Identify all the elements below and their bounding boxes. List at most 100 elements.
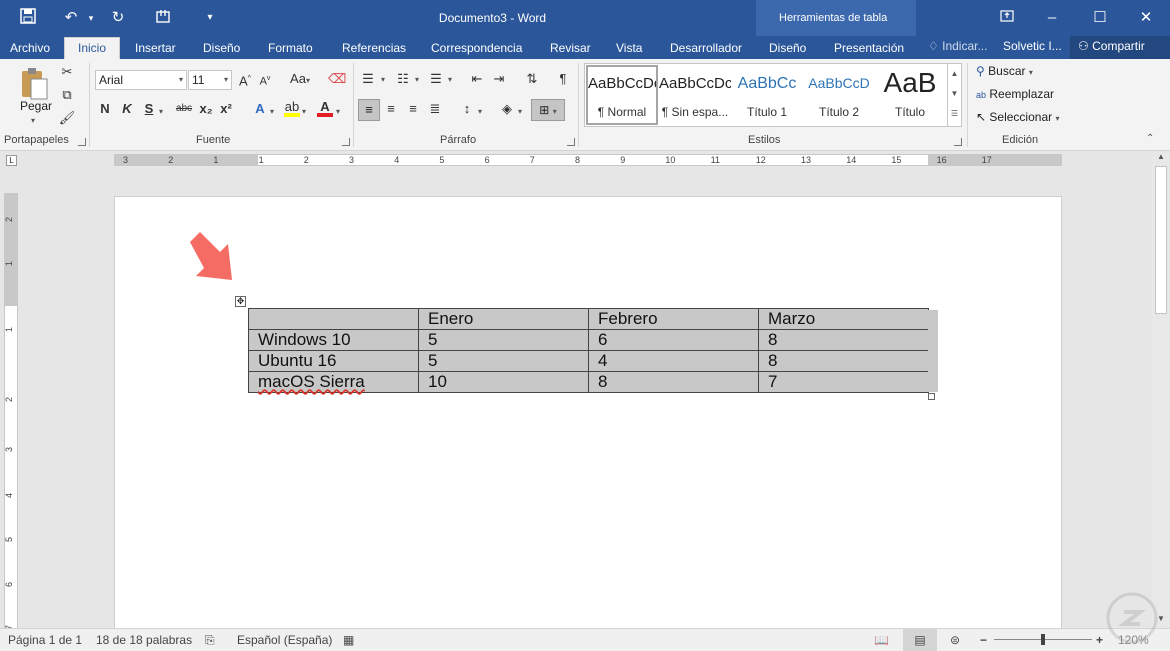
zoom-slider-thumb[interactable]: [1041, 634, 1045, 645]
close-icon[interactable]: ✕: [1124, 6, 1168, 30]
font-size-select[interactable]: 11 ▾: [188, 70, 232, 90]
line-spacing-icon[interactable]: ↕: [458, 99, 476, 121]
table-cell[interactable]: Windows 10: [248, 329, 419, 351]
style-normal[interactable]: AaBbCcDc ¶ Normal: [586, 65, 658, 125]
table-cell[interactable]: 4: [588, 350, 759, 372]
account-name[interactable]: Solvetic I...: [1003, 39, 1062, 53]
table-cell[interactable]: 5: [418, 350, 589, 372]
align-center-icon[interactable]: ≡: [381, 99, 401, 121]
sort-icon[interactable]: ⇅: [523, 69, 541, 91]
copy-icon[interactable]: ⧉: [58, 85, 76, 107]
tell-me-box[interactable]: ♢ Indicar...: [928, 39, 987, 53]
collapse-ribbon-icon[interactable]: ⌃: [1146, 133, 1154, 144]
font-launcher-icon[interactable]: [342, 138, 350, 146]
grow-font-icon[interactable]: A^: [237, 69, 253, 91]
strikethrough-button[interactable]: abc: [173, 99, 195, 121]
find-button[interactable]: ⚲ Buscar ▾: [976, 64, 1033, 78]
scroll-up-icon[interactable]: ▲: [1155, 152, 1167, 164]
tab-archivo[interactable]: Archivo: [8, 39, 52, 59]
horizontal-ruler[interactable]: 3 2 1 1 2 3 4 5 6 7 8 9 10 11 12 13 14 15 16 17: [114, 154, 1062, 166]
table-cell[interactable]: Marzo: [758, 308, 929, 330]
macro-recording-icon[interactable]: ▦: [343, 633, 354, 647]
format-painter-icon[interactable]: 🖌: [58, 108, 76, 130]
tab-revisar[interactable]: Revisar: [548, 39, 593, 59]
multilevel-dropdown-icon[interactable]: ▾: [448, 75, 452, 84]
underline-button[interactable]: S: [142, 99, 156, 121]
paste-label[interactable]: Pegar: [18, 99, 54, 113]
bullets-dropdown-icon[interactable]: ▾: [381, 75, 385, 84]
table-cell[interactable]: 8: [588, 371, 759, 393]
line-spacing-dropdown-icon[interactable]: ▾: [478, 107, 482, 116]
scrollbar-thumb[interactable]: [1155, 166, 1167, 314]
table-resize-handle-icon[interactable]: [928, 393, 935, 400]
tab-diseno[interactable]: Diseño: [201, 39, 242, 59]
tab-formato[interactable]: Formato: [266, 39, 315, 59]
bullets-icon[interactable]: ☰: [359, 69, 377, 91]
table-cell[interactable]: 7: [758, 371, 929, 393]
proofing-icon[interactable]: ⎘: [205, 633, 215, 648]
decrease-indent-icon[interactable]: ⇤: [468, 69, 486, 91]
text-effects-dropdown-icon[interactable]: ▾: [270, 107, 274, 116]
minimize-icon[interactable]: –: [1030, 6, 1074, 30]
data-table[interactable]: Enero Febrero Marzo Windows 10 5 6 8 Ubuntu 16 5…: [248, 308, 929, 393]
show-marks-icon[interactable]: ¶: [555, 69, 571, 91]
style-titulo[interactable]: AaB Título: [875, 65, 945, 125]
zoom-out-icon[interactable]: −: [980, 633, 987, 647]
tab-presentacion[interactable]: Presentación: [832, 39, 906, 59]
paste-icon[interactable]: [18, 65, 52, 101]
bold-button[interactable]: N: [98, 99, 112, 121]
text-effects-icon[interactable]: A: [252, 99, 268, 121]
select-button[interactable]: ↖ Seleccionar ▾: [976, 110, 1059, 124]
tab-desarrollador[interactable]: Desarrollador: [668, 39, 744, 59]
table-cell[interactable]: Enero: [418, 308, 589, 330]
subscript-button[interactable]: x₂: [198, 99, 214, 121]
clear-formatting-icon[interactable]: ⌫: [328, 69, 346, 91]
table-cell[interactable]: 6: [588, 329, 759, 351]
tab-selector-icon[interactable]: L: [6, 155, 17, 166]
align-right-icon[interactable]: ≡: [403, 99, 423, 121]
multilevel-list-icon[interactable]: ☰: [427, 69, 445, 91]
tab-referencias[interactable]: Referencias: [340, 39, 408, 59]
table-cell[interactable]: macOS Sierra: [248, 371, 419, 393]
replace-button[interactable]: ab Reemplazar: [976, 87, 1054, 101]
web-layout-icon[interactable]: ⊜: [950, 633, 960, 647]
underline-dropdown-icon[interactable]: ▾: [159, 107, 163, 116]
table-cell[interactable]: Ubuntu 16: [248, 350, 419, 372]
font-name-select[interactable]: Arial ▾: [95, 70, 187, 90]
table-cell[interactable]: [248, 308, 419, 330]
italic-button[interactable]: K: [120, 99, 134, 121]
maximize-icon[interactable]: ☐: [1078, 6, 1122, 30]
font-color-icon[interactable]: A: [317, 97, 333, 119]
styles-scroll[interactable]: ▲ ▼ ☰: [947, 64, 961, 126]
superscript-button[interactable]: x²: [218, 99, 234, 121]
ribbon-display-icon[interactable]: [985, 6, 1029, 30]
tab-table-diseno[interactable]: Diseño: [767, 39, 808, 59]
share-button[interactable]: ⚇ Compartir: [1070, 36, 1170, 59]
numbering-dropdown-icon[interactable]: ▾: [415, 75, 419, 84]
highlight-icon[interactable]: ab: [284, 97, 300, 119]
table-move-handle-icon[interactable]: ✥: [235, 296, 246, 307]
numbering-icon[interactable]: ☷: [394, 69, 412, 91]
chevron-up-icon[interactable]: ▲: [948, 64, 961, 84]
shading-icon[interactable]: ◈: [498, 99, 516, 121]
style-titulo-1[interactable]: AaBbCc Título 1: [731, 65, 803, 125]
style-sin-espaciado[interactable]: AaBbCcDc ¶ Sin espa...: [659, 65, 731, 125]
style-titulo-2[interactable]: AaBbCcD Título 2: [803, 65, 875, 125]
highlight-dropdown-icon[interactable]: ▾: [302, 107, 306, 116]
align-left-icon[interactable]: ≡: [358, 99, 380, 121]
paragraph-launcher-icon[interactable]: [567, 138, 575, 146]
tab-vista[interactable]: Vista: [614, 39, 644, 59]
clipboard-launcher-icon[interactable]: [78, 138, 86, 146]
read-mode-icon[interactable]: 📖: [874, 633, 889, 647]
vertical-ruler[interactable]: 211234567: [4, 193, 18, 629]
table-cell[interactable]: 5: [418, 329, 589, 351]
cut-icon[interactable]: ✂: [58, 62, 76, 84]
change-case-button[interactable]: Aa▾: [285, 69, 315, 91]
styles-launcher-icon[interactable]: [954, 138, 962, 146]
language-label[interactable]: Español (España): [237, 633, 332, 647]
increase-indent-icon[interactable]: ⇥: [490, 69, 508, 91]
more-styles-icon[interactable]: ☰: [948, 104, 961, 124]
vertical-scrollbar[interactable]: ▲ ▼: [1152, 152, 1170, 628]
document-page[interactable]: [114, 196, 1062, 636]
table-cell[interactable]: 10: [418, 371, 589, 393]
